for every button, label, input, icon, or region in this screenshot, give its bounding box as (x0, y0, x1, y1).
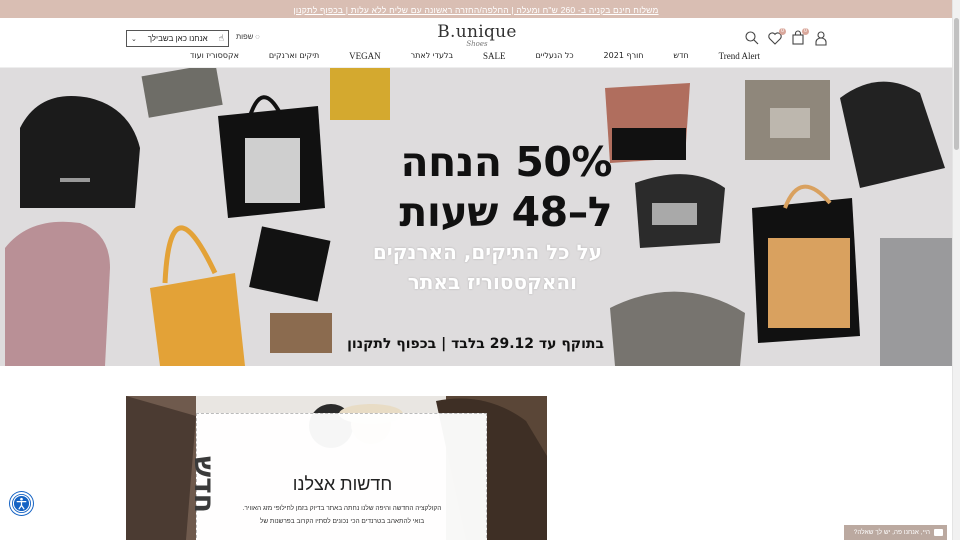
hero-subheading: ל–48 שעות (399, 188, 612, 236)
language-select-value: אנחנו כאן בשבילך (147, 34, 208, 43)
hand-icon: ☝ (218, 33, 224, 43)
hero-line-4: והאקססוריז באתר (407, 270, 577, 294)
scrollbar-thumb[interactable] (954, 18, 959, 150)
promo-text: הקולקציה החדשה והיפה שלנו נחתה באתר בדיו… (227, 502, 457, 528)
site-logo[interactable]: B.unique Shoes (437, 23, 517, 48)
promo-text-line-1: הקולקציה החדשה והיפה שלנו נחתה באתר בדיו… (242, 505, 442, 512)
nav-item-winter[interactable]: חורף 2021 (604, 51, 644, 65)
cart-count: 0 (802, 28, 809, 35)
nav-item-all-shoes[interactable]: כל הנעליים (535, 51, 573, 65)
chat-label: היי, אנחנו פה, יש לך שאלה? (853, 529, 930, 536)
logo-text: B.unique (437, 22, 517, 42)
site-header: ☝ אנחנו כאן בשבילך ⌄ ◌ שפות B.unique Sho… (0, 18, 952, 68)
language-select[interactable]: ☝ אנחנו כאן בשבילך ⌄ (126, 30, 229, 47)
hero-line-3: על כל התיקים, הארנקים (372, 240, 602, 264)
promo-title: חדשות אצלנו (292, 474, 393, 494)
promo-section[interactable]: חדשות אצלנו הקולקציה החדשה והיפה שלנו נח… (126, 396, 547, 540)
announcement-link[interactable]: משלוח חינם בקניה ב- 260 ש"ח ומעלה | החלפ… (293, 5, 658, 15)
nav-item-exclusive[interactable]: בלעדי לאתר (411, 51, 454, 65)
accessibility-icon (12, 494, 31, 513)
chat-icon (934, 529, 943, 536)
hero-terms: בתוקף עד 29.12 בלבד | בכפוף לתקנון (347, 336, 604, 352)
wishlist-count: 0 (779, 28, 786, 35)
cart-icon[interactable]: 0 (790, 28, 809, 46)
nav-item-trend-alert[interactable]: Trend Alert (719, 51, 760, 65)
accessibility-button[interactable] (10, 492, 33, 515)
languages-toggle[interactable]: ◌ שפות (236, 32, 260, 41)
promo-card: חדשות אצלנו הקולקציה החדשה והיפה שלנו נח… (196, 413, 487, 540)
nav-item-accessories[interactable]: אקססוריז ועוד (190, 51, 239, 65)
chevron-down-icon: ⌄ (131, 35, 137, 43)
heart-icon[interactable]: 0 (767, 28, 786, 46)
chat-widget[interactable]: היי, אנחנו פה, יש לך שאלה? (844, 525, 947, 540)
globe-icon: ◌ (255, 32, 260, 41)
scrollbar[interactable] (952, 0, 960, 540)
nav-item-bags-wallets[interactable]: תיקים וארנקים (269, 51, 319, 65)
nav-item-vegan[interactable]: VEGAN (349, 51, 381, 65)
hero-heading: 50% הנחה (400, 138, 613, 186)
search-icon[interactable] (744, 30, 760, 46)
languages-label: שפות (236, 32, 254, 41)
promo-vertical-label: חדש (188, 456, 221, 513)
user-icon[interactable] (813, 30, 829, 46)
nav-item-new[interactable]: חדש (673, 51, 688, 65)
hero-banner[interactable]: 50% הנחה ל–48 שעות על כל התיקים, הארנקים… (0, 68, 952, 366)
main-nav: Trend Alert חדש חורף 2021 כל הנעליים SAL… (190, 51, 760, 65)
promo-text-line-2: בואי להתאהב בטרנדים הכי נכונים לסתיו הקר… (259, 518, 425, 525)
nav-item-sale[interactable]: SALE (483, 51, 506, 65)
announcement-bar: משלוח חינם בקניה ב- 260 ש"ח ומעלה | החלפ… (0, 0, 952, 18)
header-icons: 0 0 (744, 28, 829, 46)
